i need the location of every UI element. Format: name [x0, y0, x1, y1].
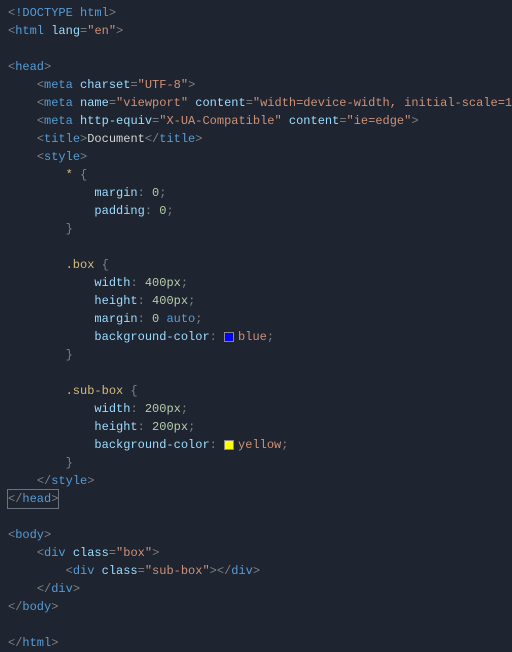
val-lang: en [94, 24, 108, 38]
tag-div2-open: div [73, 564, 95, 578]
tag-meta2: meta [44, 96, 73, 110]
color-swatch-yellow-icon [224, 440, 234, 450]
attr-httpequiv: http-equiv [80, 114, 152, 128]
prop-margin2: margin [94, 312, 137, 326]
val-edge: ie=edge [354, 114, 404, 128]
tag-html-close: html [22, 636, 51, 650]
num-400b: 400px [152, 294, 188, 308]
val-yellow: yellow [238, 438, 281, 452]
prop-margin1: margin [94, 186, 137, 200]
sel-all: * [66, 168, 73, 182]
tag-div2-close: div [231, 564, 253, 578]
sel-subbox: .sub-box [66, 384, 124, 398]
val-charset: UTF-8 [145, 78, 181, 92]
prop-width1: width [94, 276, 130, 290]
tag-meta1: meta [44, 78, 73, 92]
prop-padding: padding [94, 204, 144, 218]
val-xua: X-UA-Compatible [166, 114, 274, 128]
tag-meta3: meta [44, 114, 73, 128]
tag-div1-open: div [44, 546, 66, 560]
tag-div1-close: div [51, 582, 73, 596]
tag-head-close: head [22, 492, 51, 506]
val-blue: blue [238, 330, 267, 344]
num-0c: 0 [152, 312, 159, 326]
tag-body-open: body [15, 528, 44, 542]
val-viewport: viewport [123, 96, 181, 110]
tag-body-close: body [22, 600, 51, 614]
attr-content1: content [195, 96, 245, 110]
val-box: box [123, 546, 145, 560]
attr-lang: lang [51, 24, 80, 38]
color-swatch-blue-icon [224, 332, 234, 342]
tag-title-open: title [44, 132, 80, 146]
attr-charset: charset [80, 78, 130, 92]
val-subbox: sub-box [152, 564, 202, 578]
cursor-line[interactable]: </head> [8, 490, 58, 508]
attr-class2: class [102, 564, 138, 578]
prop-bg2: background-color [94, 438, 209, 452]
tag-style-close: style [51, 474, 87, 488]
val-vpcontent: width=device-width, initial-scale=1.0 [260, 96, 512, 110]
tag-html-open: html [15, 24, 44, 38]
prop-width2: width [94, 402, 130, 416]
doctype: !DOCTYPE html [15, 6, 109, 20]
attr-name: name [80, 96, 109, 110]
num-400a: 400px [145, 276, 181, 290]
attr-content2: content [289, 114, 339, 128]
code-editor[interactable]: <!DOCTYPE html> <html lang="en"> <head> … [8, 4, 504, 652]
tag-style-open: style [44, 150, 80, 164]
tag-title-close: title [159, 132, 195, 146]
num-200a: 200px [145, 402, 181, 416]
kw-auto: auto [166, 312, 195, 326]
prop-height1: height [94, 294, 137, 308]
num-200b: 200px [152, 420, 188, 434]
title-text: Document [87, 132, 145, 146]
sel-box: .box [66, 258, 95, 272]
tag-head-open: head [15, 60, 44, 74]
prop-bg1: background-color [94, 330, 209, 344]
prop-height2: height [94, 420, 137, 434]
attr-class1: class [73, 546, 109, 560]
